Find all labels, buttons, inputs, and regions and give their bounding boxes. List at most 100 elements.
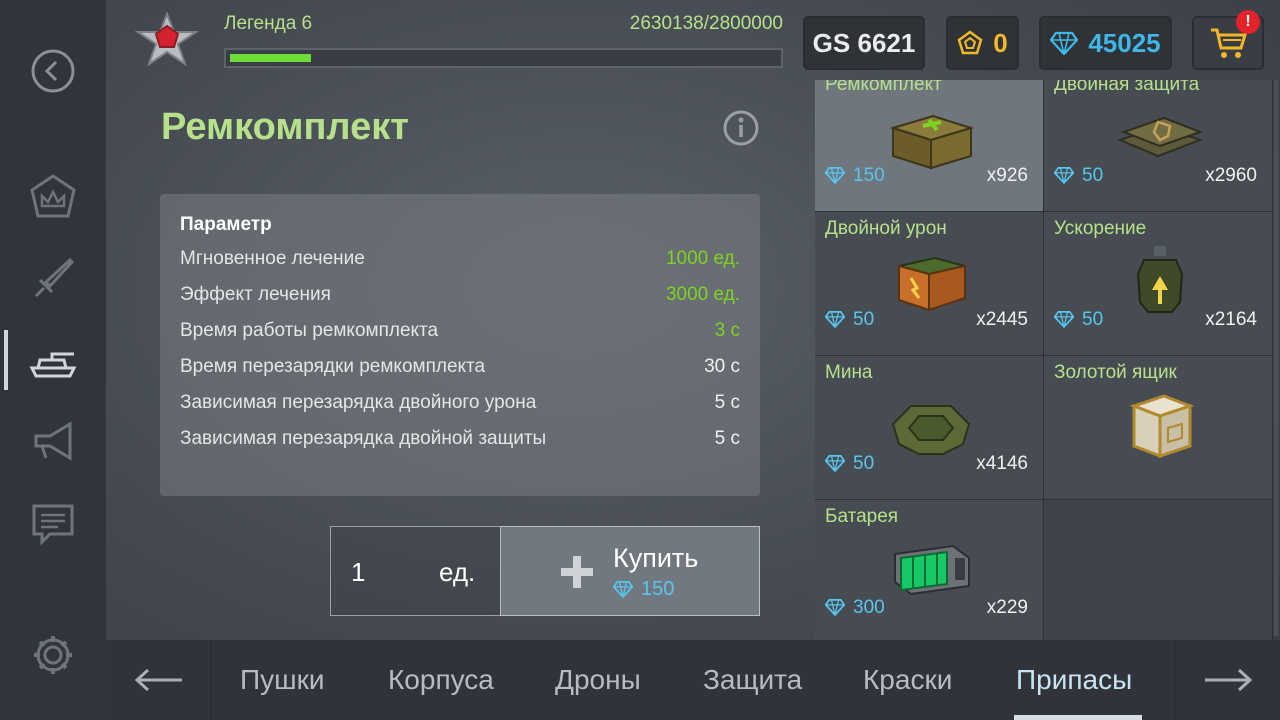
item-title: Ремкомплект [161,106,409,148]
repair-kit-icon [889,114,975,170]
diamond-icon [613,581,633,598]
quantity-unit: ед. [439,557,476,587]
param-name: Время перезарядки ремкомплекта [180,356,486,377]
xp-progress-fill [230,54,311,62]
param-row: Эффект лечения 3000 ед. [180,284,740,312]
cart-notification-badge: ! [1236,10,1260,34]
tab-paints[interactable]: Краски [863,664,952,696]
tab-guns[interactable]: Пушки [240,664,324,696]
param-name: Зависимая перезарядка двойного урона [180,392,537,413]
left-sidebar [0,0,106,720]
info-icon[interactable] [722,109,760,147]
double-damage-icon [898,256,966,312]
tabs-next-button[interactable] [1174,640,1280,720]
supply-count: x2164 [1205,309,1257,330]
back-icon [31,49,75,93]
supply-card-double-damage[interactable]: Двойной урон 50 x2445 [815,212,1044,356]
gs-label: GS [812,27,851,58]
xp-progress-bar [224,48,783,68]
tab-drones[interactable]: Дроны [555,664,641,696]
param-row: Зависимая перезарядка двойного урона 5 с [180,392,740,420]
sidebar-active-indicator [4,330,8,390]
supply-name: Ускорение [1054,218,1147,239]
diamond-icon [825,167,845,184]
diamond-icon [825,311,845,328]
sidebar-item-weapons[interactable] [22,248,84,310]
sidebar-item-garage[interactable] [22,330,84,392]
mine-icon [891,405,971,455]
param-value: 5 с [714,392,740,413]
sidebar-item-chat[interactable] [22,492,84,554]
param-row: Зависимая перезарядка двойной защиты 5 с [180,428,740,456]
sword-icon [34,257,75,298]
gems-balance[interactable]: 45025 [1039,16,1172,70]
gold-coin-icon [957,30,983,55]
param-name: Время работы ремкомплекта [180,320,439,341]
supply-price: 50 [1082,309,1104,330]
plus-icon [561,556,593,588]
supplies-grid: Ремкомплект 150 x926 Двойная защита 50 x… [815,80,1273,640]
parameters-panel: Параметр Мгновенное лечение 1000 ед. Эфф… [160,194,760,496]
param-value: 5 с [714,428,740,449]
active-tab-underline [1014,715,1142,720]
param-row: Мгновенное лечение 1000 ед. [180,248,740,276]
speed-boost-icon [1136,246,1184,313]
supply-name: Двойной урон [825,218,947,239]
supply-price: 50 [853,309,875,330]
battery-icon [894,544,970,596]
supply-card-speed-boost[interactable]: Ускорение 50 x2164 [1044,212,1273,356]
buy-label: Купить [613,543,699,573]
param-name: Мгновенное лечение [180,248,365,269]
supply-count: x2445 [976,309,1028,330]
tab-supplies[interactable]: Припасы [1016,664,1132,696]
supply-name: Двойная защита [1054,80,1200,95]
supply-name: Ремкомплект [825,80,942,95]
param-row: Время работы ремкомплекта 3 с [180,320,740,348]
supply-price: 50 [853,453,875,474]
tab-hulls[interactable]: Корпуса [388,664,494,696]
gold-balance[interactable]: 0 [946,16,1019,70]
supply-price: 150 [853,165,885,186]
supplies-scrollbar[interactable] [1274,80,1278,636]
sidebar-item-news[interactable] [22,410,84,472]
param-value: 3 с [714,320,740,341]
xp-counter: 2630138/2800000 [629,13,783,34]
gems-value: 45025 [1088,27,1161,58]
quantity-input[interactable]: 1 ед. [330,526,502,616]
supply-card-mine[interactable]: Мина 50 x4146 [815,356,1044,500]
tabs-prev-button[interactable] [106,640,212,720]
gs-value: 6621 [857,27,916,58]
supply-name: Батарея [825,506,899,527]
rank-star-icon [134,12,200,67]
supply-card-repair-kit[interactable]: Ремкомплект 150 x926 [815,80,1044,212]
double-armor-icon [1117,116,1203,158]
supply-count: x4146 [976,453,1028,474]
param-name: Эффект лечения [180,284,331,305]
sidebar-item-rank[interactable] [22,166,84,228]
param-value: 1000 ед. [665,248,740,269]
diamond-icon [1054,311,1074,328]
buy-button[interactable]: Купить 150 [500,526,760,616]
back-button[interactable] [22,40,84,102]
supply-count: x229 [986,597,1028,618]
settings-button[interactable] [22,624,84,686]
param-value: 30 с [704,356,740,377]
gear-score-badge: GS 6621 [803,16,925,70]
quantity-value: 1 [351,557,366,587]
diamond-icon [825,599,845,616]
arrow-left-icon [134,668,182,692]
supply-card-battery[interactable]: Батарея 300 x229 [815,500,1044,640]
supply-card-double-armor[interactable]: Двойная защита 50 x2960 [1044,80,1273,212]
supply-card-gold-box[interactable]: Золотой ящик [1044,356,1273,500]
gold-value: 0 [993,27,1008,58]
chat-icon [32,504,74,546]
param-value: 3000 ед. [665,284,740,305]
supply-count: x2960 [1205,165,1257,186]
supply-name: Мина [825,362,873,383]
rank-name: Легенда 6 [224,13,313,34]
param-name: Зависимая перезарядка двойной защиты [180,428,547,449]
gear-icon [34,636,72,674]
diamond-icon [1054,167,1074,184]
tab-protection[interactable]: Защита [703,664,802,696]
supply-price: 50 [1082,165,1104,186]
